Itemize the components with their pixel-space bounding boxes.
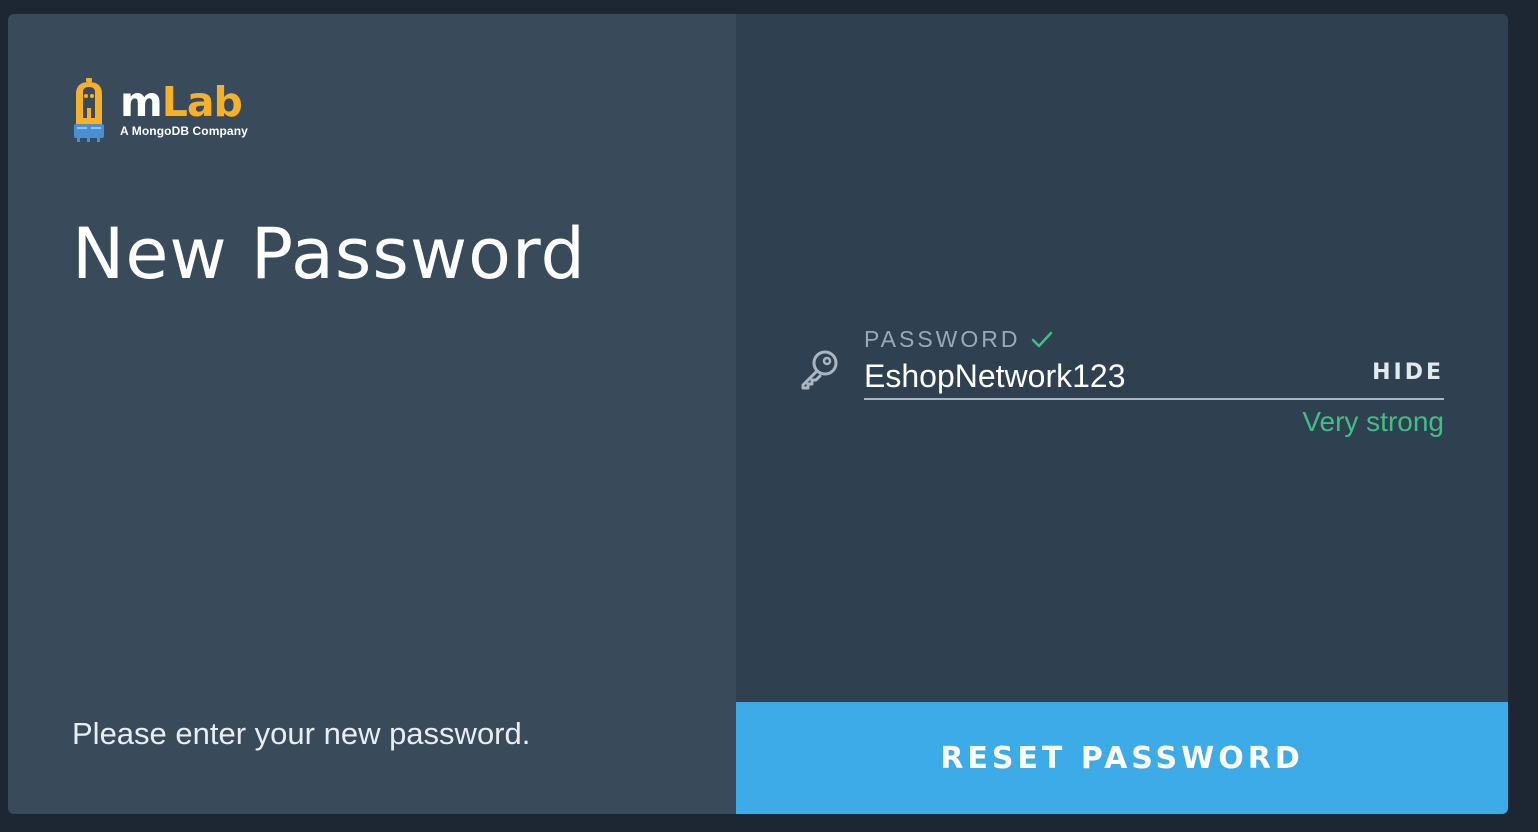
left-panel: mLab A MongoDB Company New Password Plea… — [8, 14, 736, 814]
password-label-row: PASSWORD — [864, 324, 1444, 354]
password-input-row: HIDE — [864, 354, 1444, 400]
password-field: PASSWORD HIDE Very strong — [864, 324, 1444, 438]
brand-logo: mLab A MongoDB Company — [72, 78, 248, 144]
logo-tagline: A MongoDB Company — [120, 124, 248, 138]
instructions-text: Please enter your new password. — [72, 716, 531, 751]
logo-wordmark-m: m — [120, 78, 163, 126]
right-panel: PASSWORD HIDE Very strong RESET PASSWORD — [736, 14, 1508, 814]
logo-wordmark: mLab — [120, 80, 248, 124]
mlab-flask-icon — [74, 78, 104, 142]
check-icon — [1032, 331, 1053, 348]
password-strength-indicator: Very strong — [1302, 406, 1444, 437]
reset-password-card: mLab A MongoDB Company New Password Plea… — [8, 14, 1508, 814]
password-input[interactable] — [864, 354, 1373, 398]
key-icon — [801, 350, 838, 390]
logo-text: mLab A MongoDB Company — [120, 80, 248, 138]
password-label: PASSWORD — [864, 325, 1021, 352]
logo-wordmark-lab: Lab — [161, 78, 243, 126]
reset-password-button[interactable]: RESET PASSWORD — [736, 702, 1508, 814]
hide-password-button[interactable]: HIDE — [1372, 360, 1444, 385]
page-title: New Password — [72, 213, 586, 295]
